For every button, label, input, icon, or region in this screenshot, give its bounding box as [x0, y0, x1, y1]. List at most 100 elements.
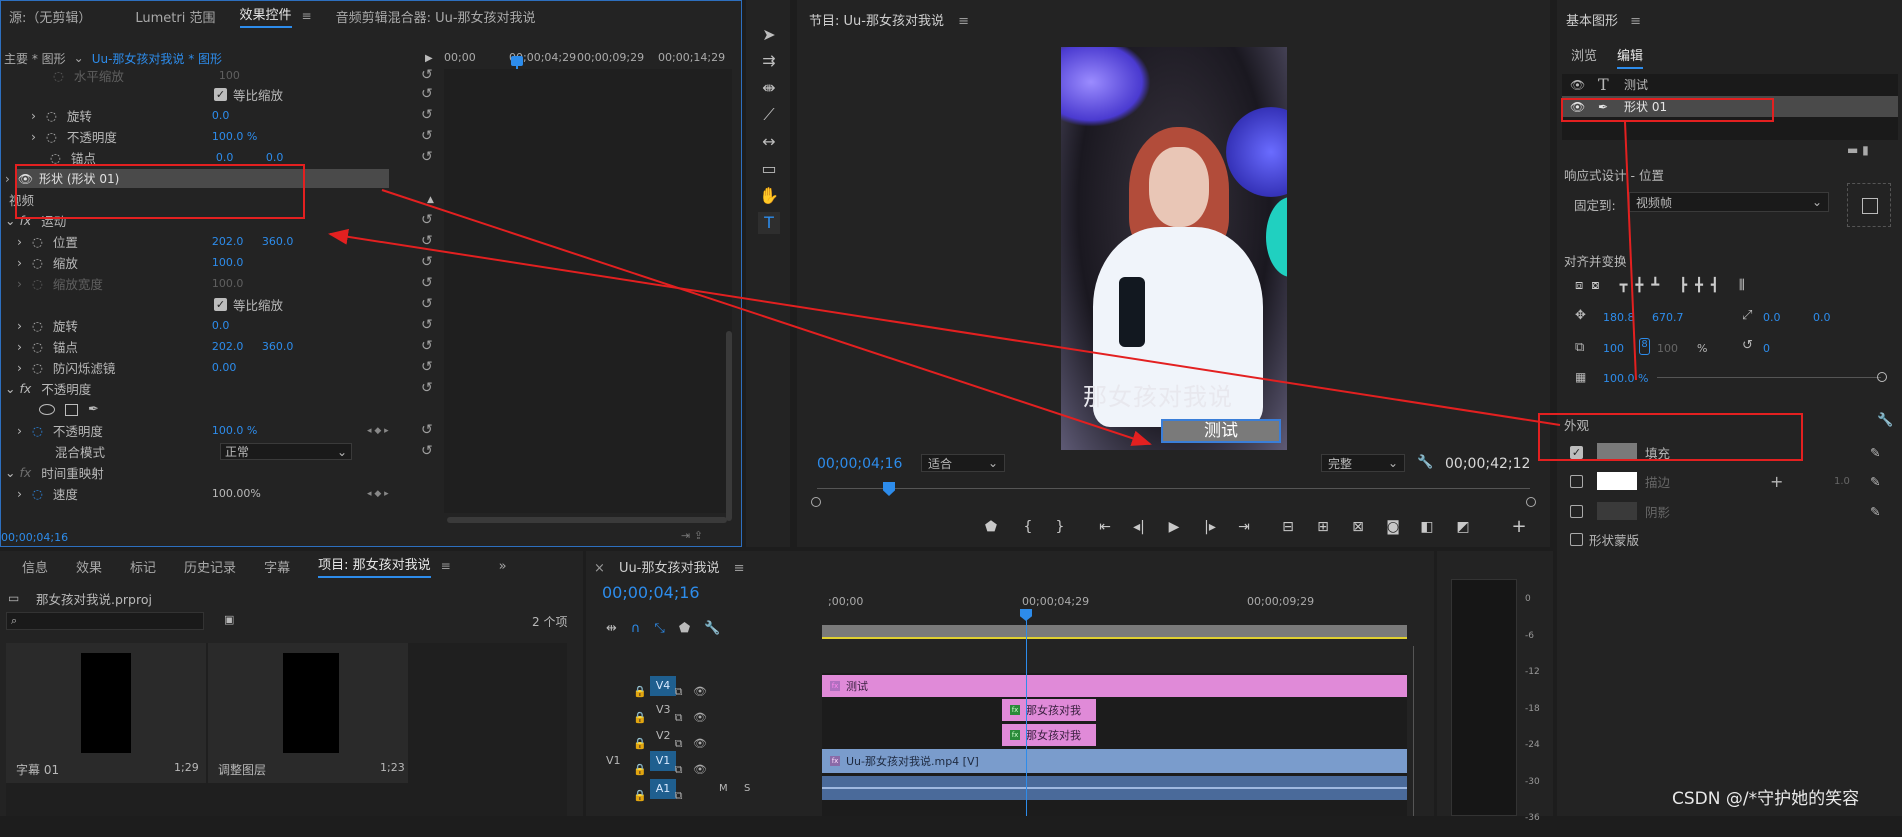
- tl-vscroll[interactable]: [1413, 646, 1421, 816]
- row-value-x[interactable]: 202.0: [212, 340, 262, 353]
- row-value[interactable]: 100.0: [212, 256, 244, 269]
- eyedropper-icon[interactable]: ✎: [1870, 474, 1880, 489]
- insert-icon[interactable]: ⊠: [1347, 516, 1369, 538]
- wrench-icon[interactable]: 🔧: [1877, 413, 1893, 428]
- chevron-right-icon[interactable]: ›: [17, 255, 22, 270]
- src-patch-label[interactable]: V1: [606, 754, 621, 767]
- ec-ruler[interactable]: 00;00 00;00;04;29 00;00;09;29 00;00;14;2…: [444, 48, 732, 68]
- close-icon[interactable]: ×: [594, 561, 605, 576]
- fill-checkbox[interactable]: ✓: [1570, 445, 1583, 459]
- go-to-out-icon[interactable]: ⇥: [1233, 516, 1255, 538]
- scale-h-value[interactable]: 100: [1657, 342, 1678, 355]
- slip-tool-icon[interactable]: ↔: [758, 131, 780, 153]
- test-text-shape[interactable]: 测试: [1161, 419, 1281, 443]
- stopwatch-icon[interactable]: ◌: [32, 276, 43, 291]
- stopwatch-icon[interactable]: ◌: [32, 339, 43, 354]
- clip-v1[interactable]: fx Uu-那女孩对我说.mp4 [V]: [822, 749, 1407, 773]
- row-value[interactable]: 100: [219, 69, 240, 82]
- tab-project[interactable]: 项目: 那女孩对我说: [318, 554, 431, 578]
- eg-title[interactable]: 基本图形: [1566, 14, 1618, 29]
- eye-icon[interactable]: 👁: [1570, 78, 1598, 92]
- reset-icon[interactable]: ↺: [421, 297, 435, 311]
- scale-value[interactable]: 100: [1603, 342, 1624, 355]
- track-controls[interactable]: 🔒 ⧉ 👁 🔒 ⧉ 👁 🔒 ⧉ 👁 🔒 ⧉ 👁 🔒 ⧉: [633, 679, 707, 809]
- row-value-y[interactable]: 360.0: [262, 235, 294, 248]
- pin-edge-widget[interactable]: [1847, 183, 1891, 227]
- wrench-icon[interactable]: 🔧: [1417, 455, 1433, 470]
- stroke-checkbox[interactable]: [1570, 474, 1583, 488]
- reset-icon[interactable]: ↺: [421, 68, 435, 82]
- reset-icon[interactable]: ↺: [421, 213, 435, 227]
- reset-icon[interactable]: ↺: [421, 360, 435, 374]
- panel-menu-icon[interactable]: ≡: [958, 14, 969, 29]
- tab-effects[interactable]: 效果: [76, 557, 102, 576]
- play-arrow-icon[interactable]: ▶: [425, 53, 433, 64]
- tab-lumetri[interactable]: Lumetri 范围: [135, 7, 215, 26]
- chevron-down-icon[interactable]: ⌄: [5, 381, 15, 396]
- panel-menu-icon[interactable]: ≡: [734, 561, 745, 576]
- opacity-slider-knob[interactable]: [1877, 372, 1887, 382]
- more-tabs-icon[interactable]: »: [499, 559, 507, 574]
- reset-icon[interactable]: ↺: [421, 381, 435, 395]
- chevron-down-icon[interactable]: ⌄: [74, 51, 84, 65]
- stroke-width[interactable]: 1.0: [1834, 476, 1850, 487]
- scrubber-end-handle[interactable]: [1526, 497, 1536, 507]
- row-value[interactable]: 0.00: [212, 361, 237, 374]
- work-area-bar[interactable]: [822, 625, 1407, 639]
- row-value[interactable]: 100.0 %: [212, 424, 257, 437]
- eye-icon[interactable]: 👁: [18, 172, 33, 186]
- compare-icon[interactable]: ◧: [1416, 516, 1438, 538]
- audio-solo[interactable]: S: [744, 783, 750, 794]
- stopwatch-icon[interactable]: ◌: [46, 108, 57, 123]
- clip-v2[interactable]: fx 那女孩对我: [1002, 724, 1096, 746]
- reset-icon[interactable]: ↺: [421, 276, 435, 290]
- tab-effect-controls[interactable]: 效果控件: [239, 4, 292, 28]
- reset-icon[interactable]: ↺: [421, 234, 435, 248]
- stopwatch-icon[interactable]: ◌: [46, 129, 57, 144]
- tl-ruler[interactable]: ;00;00 00;00;04;29 00;00;09;29: [822, 587, 1407, 617]
- clip-a1[interactable]: [822, 776, 1407, 800]
- stopwatch-icon[interactable]: ◌: [32, 486, 43, 501]
- step-back-icon[interactable]: ◂|: [1128, 516, 1150, 538]
- link-icon[interactable]: 8: [1639, 338, 1650, 355]
- chevron-right-icon[interactable]: ›: [17, 486, 22, 501]
- stopwatch-icon[interactable]: ◌: [53, 68, 64, 83]
- type-tool-icon[interactable]: T: [758, 212, 780, 234]
- chevron-right-icon[interactable]: ›: [31, 108, 36, 123]
- program-timecode[interactable]: 00;00;04;16: [817, 456, 902, 472]
- blend-mode-select[interactable]: 正常 ⌄: [220, 443, 352, 460]
- extract-icon[interactable]: ⊞: [1312, 516, 1334, 538]
- linked-select-icon[interactable]: ⤡: [654, 621, 678, 636]
- tab-browse[interactable]: 浏览: [1571, 45, 1597, 69]
- row-value[interactable]: 100.0 %: [212, 130, 257, 143]
- pin-center-box[interactable]: [1862, 198, 1878, 214]
- tab-audio-mixer[interactable]: 音频剪辑混合器: Uu-那女孩对我说: [336, 7, 536, 26]
- chevron-down-icon[interactable]: ⌄: [5, 213, 15, 228]
- row-value[interactable]: 0.0: [212, 319, 230, 332]
- eyedropper-icon[interactable]: ✎: [1870, 504, 1880, 519]
- reset-icon[interactable]: ↺: [421, 339, 435, 353]
- vr-icon[interactable]: ◩: [1452, 516, 1474, 538]
- camera-icon[interactable]: ◙: [1382, 516, 1404, 538]
- ripple-edit-tool-icon[interactable]: ⇼: [758, 77, 780, 99]
- pen-mask-icon[interactable]: ✒: [88, 402, 99, 417]
- reset-icon[interactable]: ↺: [421, 318, 435, 332]
- stopwatch-icon[interactable]: ◌: [50, 150, 61, 165]
- anchor-x[interactable]: 0.0: [1763, 311, 1781, 324]
- shadow-swatch[interactable]: [1597, 502, 1637, 520]
- video-caption[interactable]: 那女孩对我说: [1083, 377, 1233, 412]
- new-bin-icon[interactable]: ▣: [224, 613, 234, 626]
- stopwatch-icon[interactable]: ◌: [32, 255, 43, 270]
- chevron-right-icon[interactable]: ›: [5, 172, 10, 186]
- ec-playhead-handle[interactable]: [511, 56, 523, 66]
- chevron-right-icon[interactable]: ›: [17, 360, 22, 375]
- uniform-scale-checkbox[interactable]: ✓: [214, 88, 227, 101]
- stopwatch-icon[interactable]: ◌: [32, 423, 43, 438]
- collapse-up-icon[interactable]: ▲: [427, 195, 434, 205]
- reset-icon[interactable]: ↺: [421, 108, 435, 122]
- hand-tool-icon[interactable]: ✋: [758, 185, 780, 207]
- add-marker-icon[interactable]: ⬟: [980, 516, 1002, 538]
- step-forward-icon[interactable]: |▸: [1199, 516, 1221, 538]
- tab-markers[interactable]: 标记: [130, 557, 156, 576]
- mask-checkbox[interactable]: [1570, 533, 1583, 546]
